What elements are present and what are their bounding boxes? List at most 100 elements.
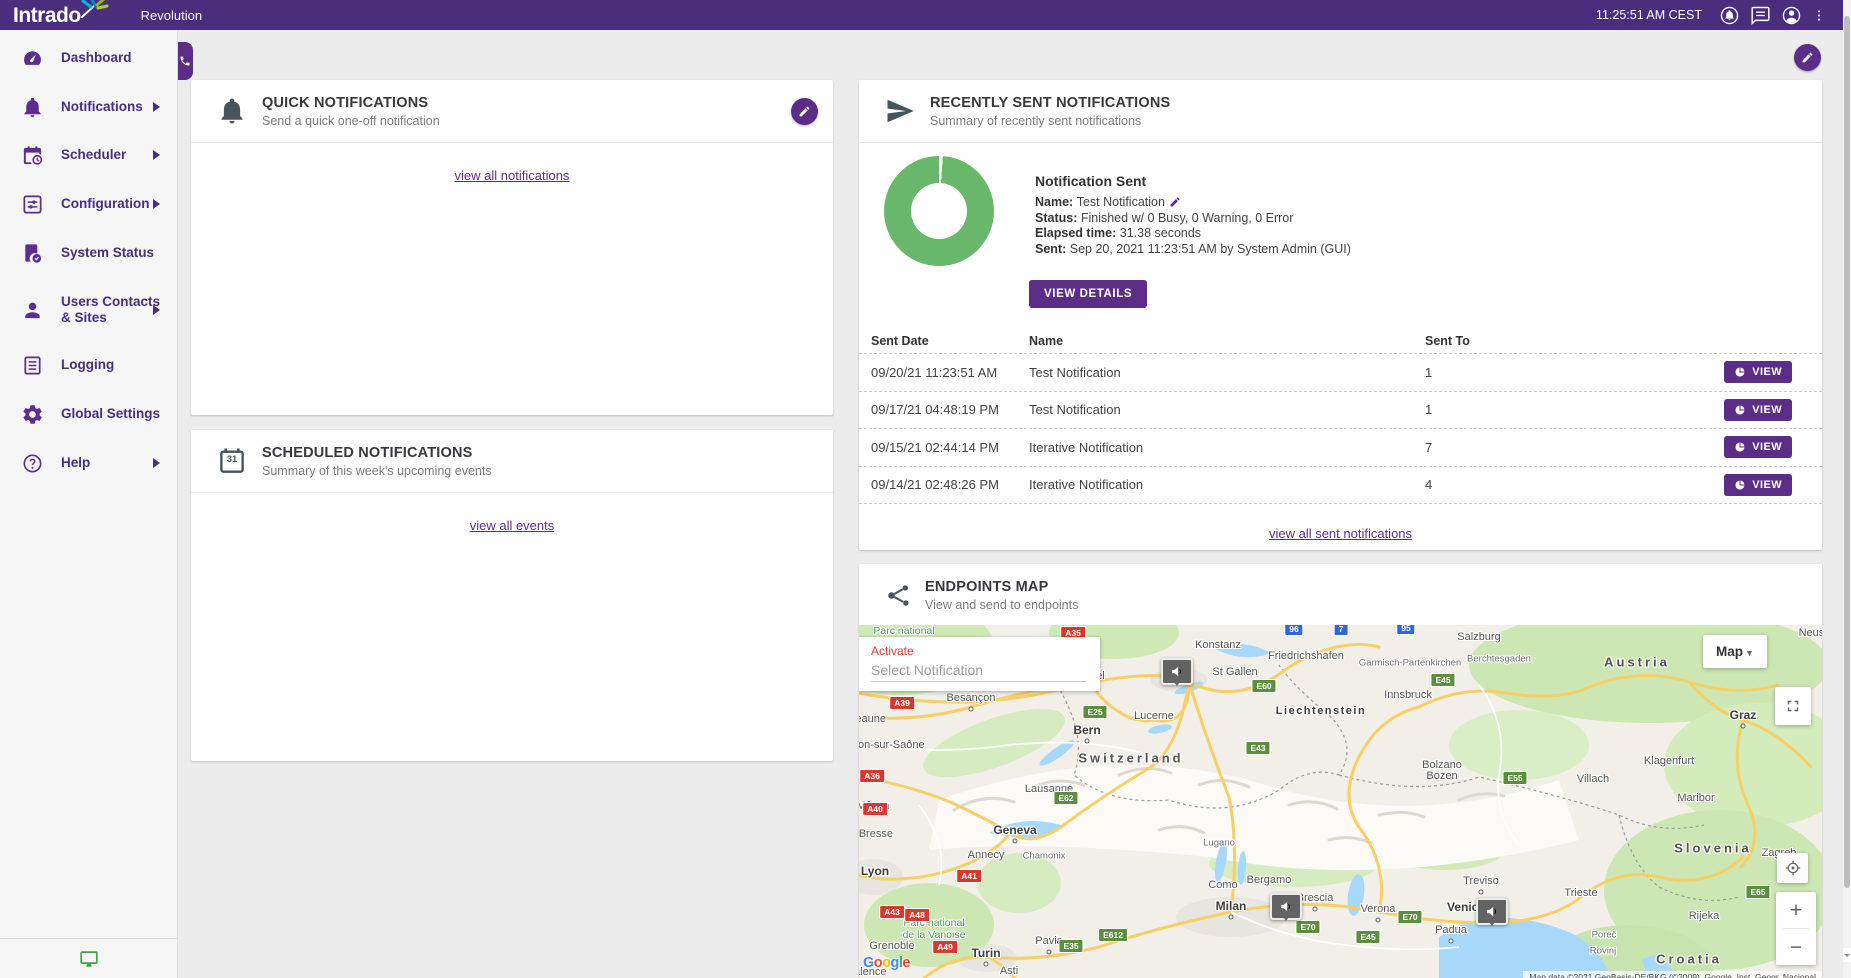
help-icon [21,452,44,475]
view-all-events-link[interactable]: view all events [191,518,833,533]
map-label: Chamonix [1023,851,1066,862]
cell-sent-date: 09/14/21 02:48:26 PM [871,477,1029,492]
col-sent-to: Sent To [1425,334,1662,348]
google-logo[interactable]: Google [863,955,910,971]
endpoint-marker-brescia[interactable] [1270,893,1302,920]
sidebar-item-notifications[interactable]: Notifications [0,83,178,131]
endpoints-map-panel: ENDPOINTS MAP View and send to endpoints [859,564,1822,978]
cell-name: Test Notification [1029,402,1425,417]
route-badge: A41 [956,869,982,883]
tune-icon [21,193,44,216]
clock: 11:25:51 AM CEST [1596,8,1702,22]
messages-icon[interactable] [1750,5,1771,26]
city-dot [1013,839,1018,844]
map-label: Besançon [947,692,996,704]
table-row: 09/14/21 02:48:26 PMIterative Notificati… [859,467,1822,505]
cell-sent-to: 1 [1425,365,1662,380]
cell-sent-to: 4 [1425,477,1662,492]
route-badge: E60 [1251,679,1276,693]
panel-subtitle: Summary of recently sent notifications [930,114,1170,128]
sidebar-item-dashboard[interactable]: Dashboard [0,34,178,82]
summary-field: Elapsed time: 31.38 seconds [1035,226,1351,242]
cell-sent-date: 09/15/21 02:44:14 PM [871,440,1029,455]
edit-dashboard-button[interactable] [1794,44,1821,71]
view-notification-button[interactable]: VIEW [1724,436,1792,458]
panel-title: QUICK NOTIFICATIONS [262,95,440,111]
desktop-client-icon[interactable] [78,948,100,970]
sidebar-item-users-contacts-sites[interactable]: Users Contacts & Sites [0,286,178,334]
sent-notifications-table: Sent Date Name Sent To 09/20/21 11:23:51… [859,328,1822,504]
select-notification-dropdown[interactable]: Select Notification [871,662,1086,682]
activate-label: Activate [871,644,1086,658]
map-label: Neusta [1799,627,1822,639]
sidebar-item-system-status[interactable]: System Status [0,229,178,277]
map-label: alon-sur-Saône [859,739,925,751]
zoom-in-button[interactable]: + [1776,892,1816,928]
intrado-logo[interactable]: Intrado [13,2,111,29]
map-label: g-en-Bresse [859,828,893,840]
cell-name: Test Notification [1029,365,1425,380]
view-details-button[interactable]: VIEW DETAILS [1029,280,1147,308]
view-notification-button[interactable]: VIEW [1724,399,1792,421]
submenu-arrow-icon [153,458,165,468]
map-zoom-control: + − [1776,892,1816,965]
route-badge: A39 [889,696,915,710]
sidebar-item-help[interactable]: Help [0,439,178,487]
phone-panel-tab[interactable] [178,42,193,80]
col-name: Name [1029,334,1425,348]
map-label: Liechtenstein [1276,705,1366,717]
sidebar: DashboardNotificationsSchedulerConfigura… [0,30,178,978]
view-all-sent-link[interactable]: view all sent notifications [859,526,1822,541]
edit-name-icon[interactable] [1169,196,1181,208]
panel-title: ENDPOINTS MAP [925,579,1078,595]
alarm-status-icon[interactable] [1719,5,1740,26]
gauge-icon [21,47,44,70]
map-label: Parc national [873,625,934,637]
route-badge: E35 [1058,939,1083,953]
map-label: Beaune [859,713,886,725]
map-label: Klagenfurt [1644,755,1694,767]
bell-icon [217,96,247,126]
cell-name: Iterative Notification [1029,440,1425,455]
sidebar-item-logging[interactable]: Logging [0,341,178,389]
map-label: Geneva [993,823,1036,837]
scrollbar-down-arrow[interactable] [1843,948,1851,962]
chevron-down-icon: ▼ [1745,648,1754,658]
send-plane-icon [885,96,915,126]
page-scrollbar[interactable] [1843,0,1851,978]
map-label: Milan [1216,899,1247,913]
route-badge: E70 [1397,910,1422,924]
map-label: Poreč [1592,930,1617,941]
map-label: Maribor [1677,792,1714,804]
summary-field: Status: Finished w/ 0 Busy, 0 Warning, 0… [1035,211,1351,227]
map-label: Konstanz [1195,639,1241,651]
my-location-button[interactable] [1777,853,1808,883]
panel-title: SCHEDULED NOTIFICATIONS [262,445,492,461]
view-notification-button[interactable]: VIEW [1724,361,1792,383]
map-canvas[interactable]: Parc nationalKonstanzFriedrichshafenSt G… [859,625,1822,978]
endpoint-marker-venice[interactable] [1476,898,1508,925]
sidebar-item-label: Help [61,455,163,471]
sidebar-item-scheduler[interactable]: Scheduler [0,131,178,179]
map-label: Brescia [1297,892,1334,904]
route-badge: 7 [1334,625,1349,636]
route-badge: E25 [1082,705,1107,719]
view-all-notifications-link[interactable]: view all notifications [191,168,833,183]
more-menu-icon[interactable] [1812,5,1826,26]
view-notification-button[interactable]: VIEW [1724,474,1792,496]
zoom-out-button[interactable]: − [1776,929,1816,965]
city-dot [969,707,974,712]
table-row: 09/15/21 02:44:14 PMIterative Notificati… [859,429,1822,467]
sidebar-item-configuration[interactable]: Configuration [0,180,178,228]
scrollbar-thumb[interactable] [1844,16,1850,888]
account-icon[interactable] [1781,5,1802,26]
edit-quick-notifications-button[interactable] [791,98,818,125]
sidebar-item-global-settings[interactable]: Global Settings [0,390,178,438]
notification-status-donut [884,156,994,266]
endpoint-marker-z-rich[interactable] [1161,658,1193,685]
bell-icon [21,96,44,119]
route-badge: 96 [1284,625,1303,636]
fullscreen-button[interactable] [1775,687,1811,725]
map-type-button[interactable]: Map▼ [1703,635,1767,668]
city-dot [1449,939,1454,944]
